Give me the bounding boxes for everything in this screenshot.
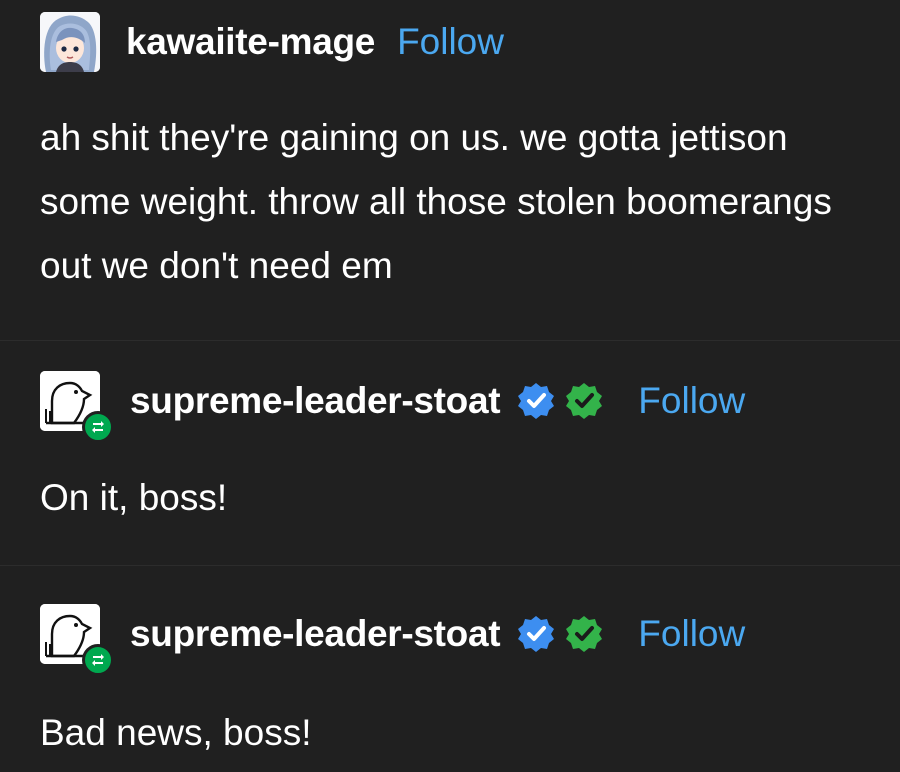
follow-button[interactable]: Follow	[638, 613, 745, 655]
reblog-icon	[82, 411, 114, 443]
post-supreme-leader-stoat-1: supreme-leader-stoat Follow On it, boss!	[0, 340, 900, 566]
post-body-text: On it, boss!	[40, 477, 228, 518]
post-header: supreme-leader-stoat Follow	[40, 371, 745, 443]
avatar-supreme-leader-stoat[interactable]	[40, 604, 114, 676]
post-supreme-leader-stoat-2: supreme-leader-stoat Follow Bad news, bo…	[0, 565, 900, 772]
green-verified-icon	[566, 616, 603, 652]
reblog-icon	[82, 644, 114, 676]
username-link[interactable]: kawaiite-mage	[126, 21, 375, 63]
username-link[interactable]: supreme-leader-stoat	[130, 380, 501, 422]
post-header: kawaiite-mage Follow	[40, 12, 504, 72]
post-body-text: ah shit they're gaining on us. we gotta …	[40, 117, 832, 286]
post-body-text: Bad news, boss!	[40, 712, 312, 753]
anime-girl-avatar-icon	[40, 12, 100, 72]
avatar-supreme-leader-stoat[interactable]	[40, 371, 114, 443]
follow-button[interactable]: Follow	[397, 21, 504, 63]
username-link[interactable]: supreme-leader-stoat	[130, 613, 501, 655]
blue-verified-icon	[518, 616, 555, 652]
follow-button[interactable]: Follow	[638, 380, 745, 422]
post-header: supreme-leader-stoat Follow	[40, 604, 745, 676]
green-verified-icon	[566, 383, 603, 419]
avatar-kawaiite-mage[interactable]	[40, 12, 100, 72]
blue-verified-icon	[518, 383, 555, 419]
post-kawaiite-mage: kawaiite-mage Follow ah shit they're gai…	[0, 0, 900, 340]
